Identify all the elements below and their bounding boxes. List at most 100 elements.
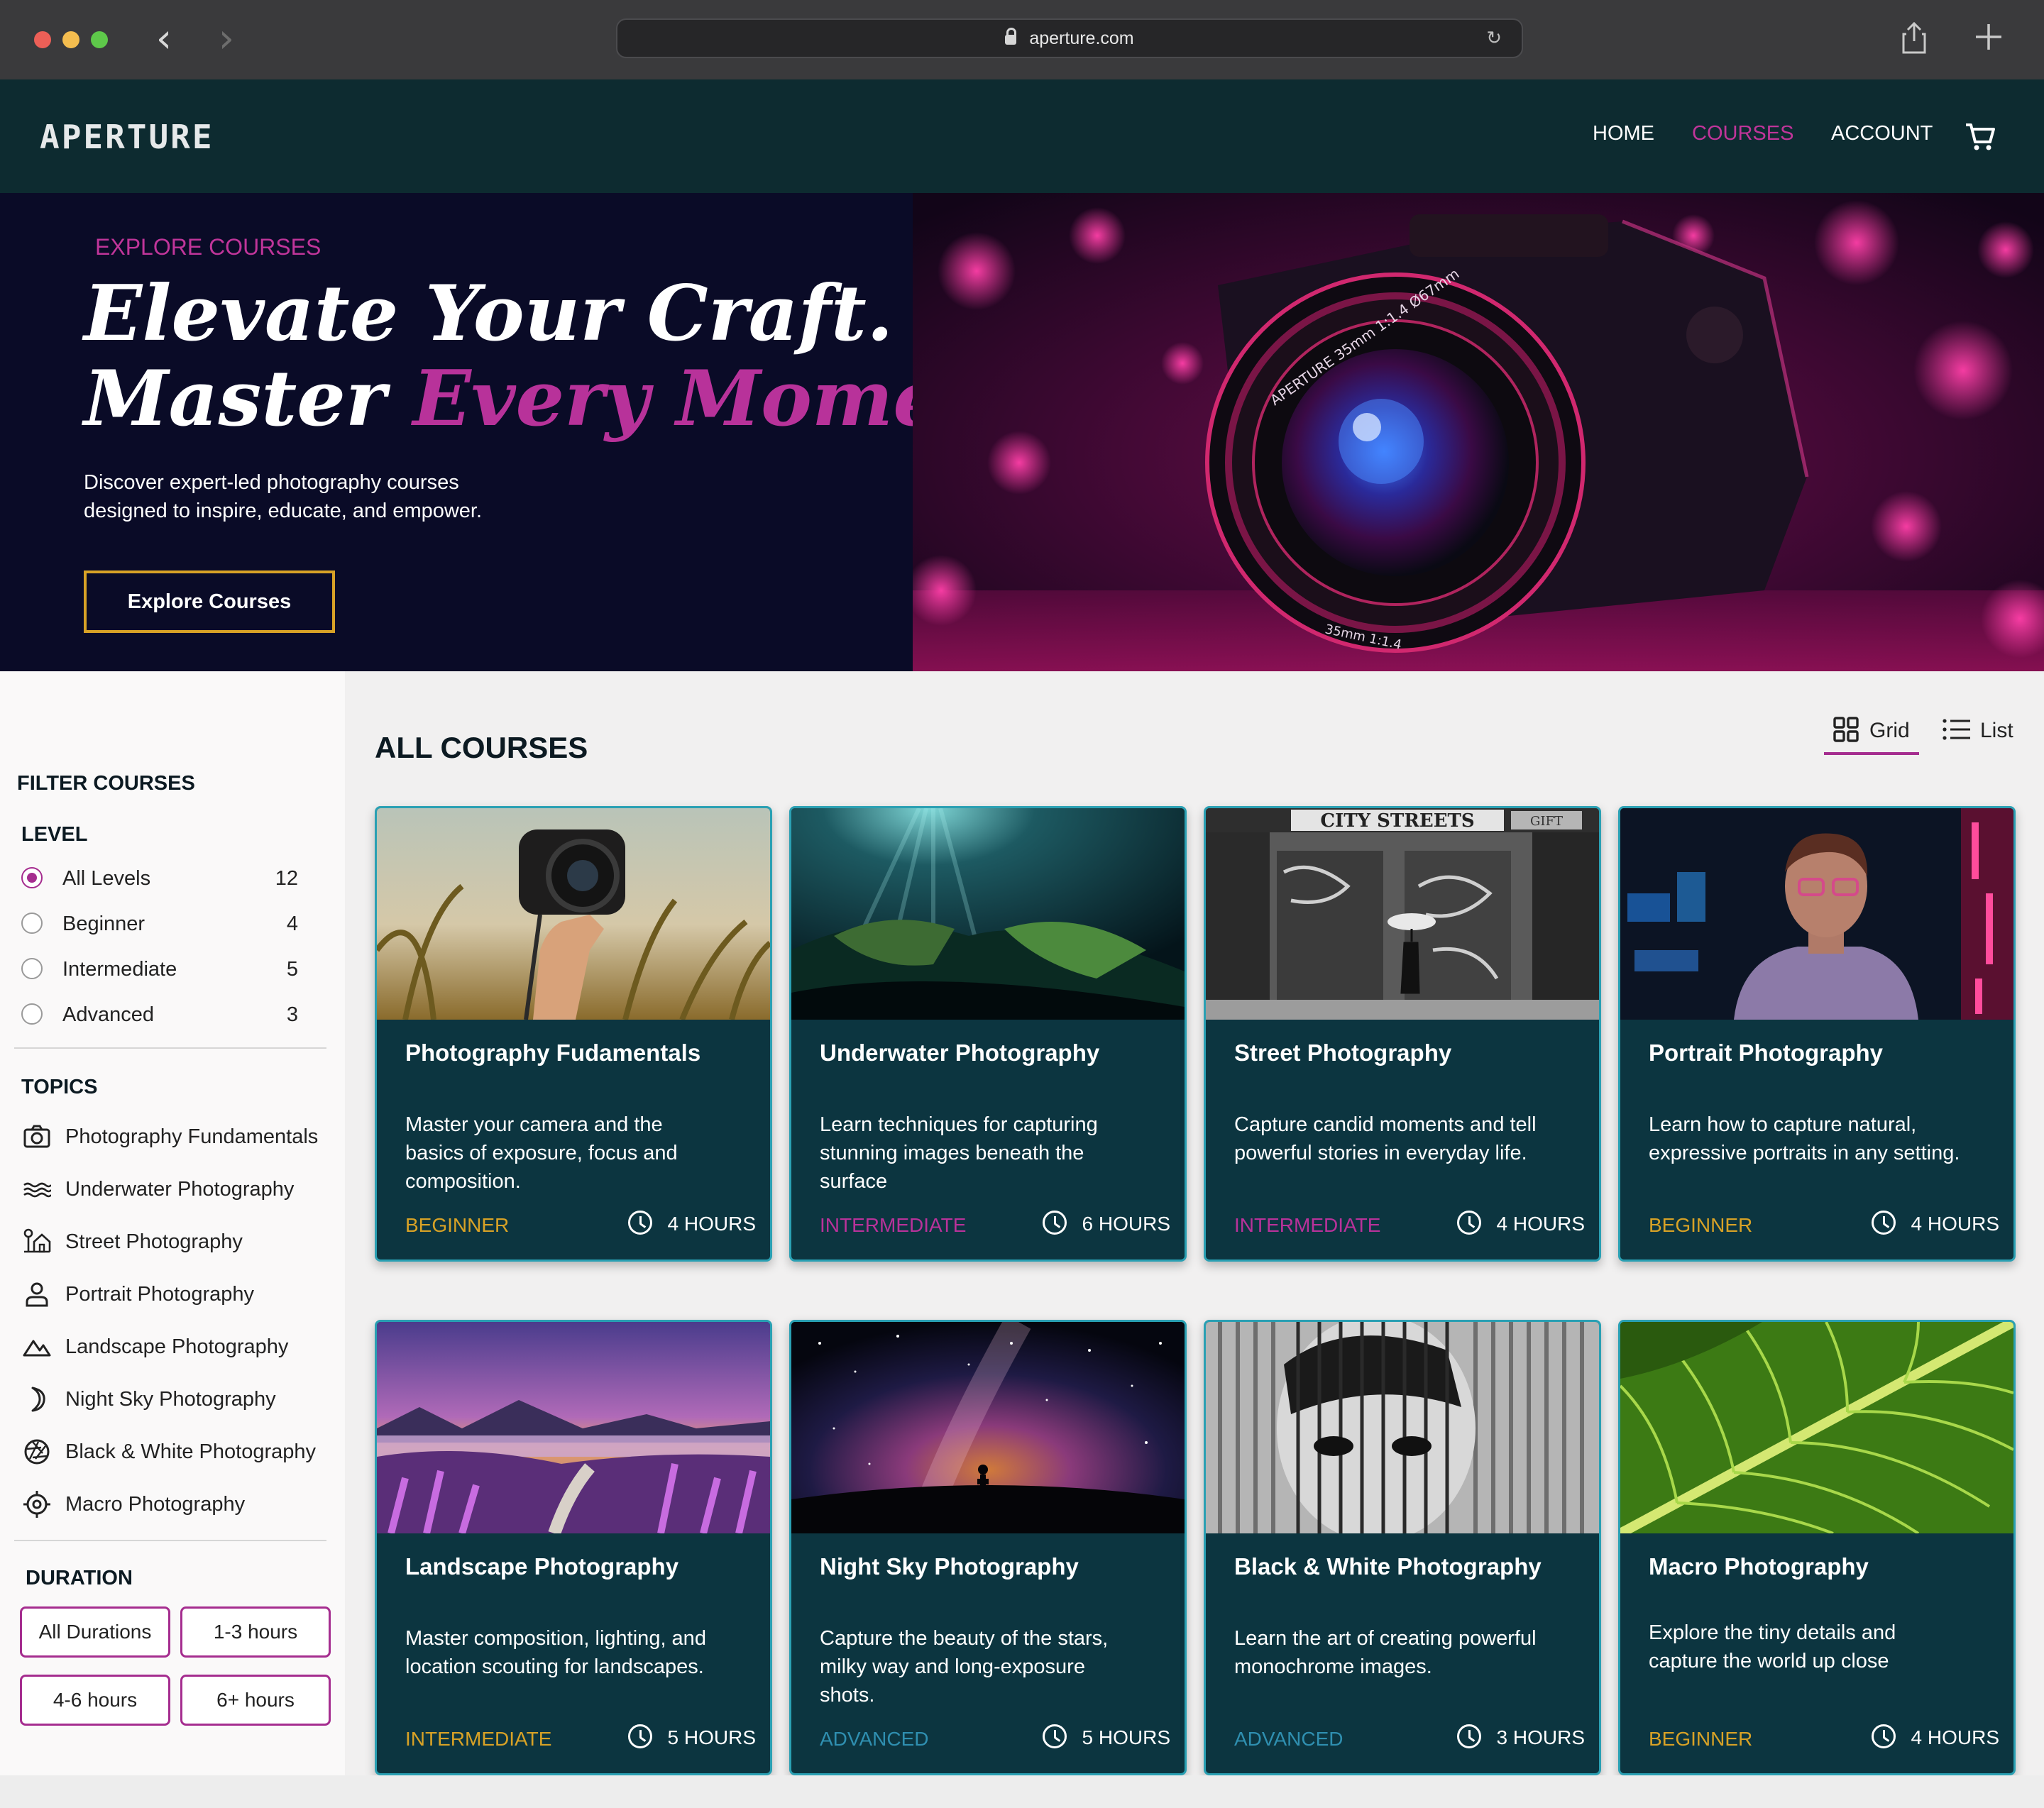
course-duration: 4 HOURS bbox=[1456, 1210, 1585, 1238]
topic-label: Portrait Photography bbox=[65, 1283, 254, 1306]
clock-icon bbox=[1871, 1211, 1896, 1235]
all-courses-title: ALL COURSES bbox=[375, 731, 588, 764]
duration-all-chip[interactable]: All Durations bbox=[20, 1606, 170, 1658]
nav-home[interactable]: HOME bbox=[1593, 122, 1654, 145]
active-view-indicator bbox=[1824, 752, 1919, 755]
course-title[interactable]: Underwater Photography bbox=[820, 1037, 1160, 1069]
new-tab-icon[interactable] bbox=[1973, 21, 2004, 55]
nav-courses[interactable]: COURSES bbox=[1692, 122, 1793, 145]
course-duration: 6 HOURS bbox=[1042, 1210, 1170, 1238]
clock-icon bbox=[1456, 1211, 1481, 1235]
course-image bbox=[377, 808, 770, 1020]
course-card[interactable]: Photography Fudamentals Master your came… bbox=[375, 806, 772, 1262]
nav-account[interactable]: ACCOUNT bbox=[1831, 122, 1933, 145]
duration-heading: DURATION bbox=[26, 1567, 133, 1589]
duration-text: 4 HOURS bbox=[1496, 1213, 1585, 1235]
course-description: Capture the beauty of the stars, milky w… bbox=[820, 1627, 1109, 1707]
course-title[interactable]: Night Sky Photography bbox=[820, 1550, 1160, 1583]
grid-view-button[interactable]: Grid bbox=[1833, 712, 1910, 752]
street-sign-small: GIFT bbox=[1530, 814, 1563, 829]
course-title[interactable]: Photography Fudamentals bbox=[405, 1037, 746, 1069]
radio-button[interactable] bbox=[21, 913, 43, 934]
topic-label: Night Sky Photography bbox=[65, 1388, 276, 1411]
course-level: INTERMEDIATE bbox=[405, 1728, 552, 1750]
course-card[interactable]: CITY STREETS GIFT Street Photography Cap… bbox=[1204, 806, 1601, 1262]
cart-icon[interactable] bbox=[1963, 119, 1997, 153]
hero-section: EXPLORE COURSES Elevate Your Craft. Mast… bbox=[0, 193, 2044, 671]
level-option-all[interactable]: All Levels 12 bbox=[21, 864, 305, 893]
zoom-window-icon[interactable] bbox=[91, 31, 108, 48]
topic-street-photography[interactable]: Street Photography bbox=[23, 1228, 335, 1259]
course-card[interactable]: Night Sky Photography Capture the beauty… bbox=[789, 1320, 1187, 1775]
share-icon[interactable] bbox=[1902, 21, 1926, 57]
course-image bbox=[1620, 808, 2013, 1020]
mountain-icon bbox=[23, 1340, 51, 1357]
course-description: Master your camera and the basics of exp… bbox=[405, 1113, 678, 1193]
course-card[interactable]: Black & White Photography Learn the art … bbox=[1204, 1320, 1601, 1775]
course-duration: 4 HOURS bbox=[1871, 1210, 1999, 1238]
topic-photography-fundamentals[interactable]: Photography Fundamentals bbox=[23, 1123, 335, 1154]
forward-arrow-icon[interactable]: › bbox=[209, 19, 244, 59]
close-window-icon[interactable] bbox=[34, 31, 51, 48]
course-description: Learn the art of creating powerful monoc… bbox=[1234, 1627, 1537, 1678]
level-option-beginner[interactable]: Beginner 4 bbox=[21, 910, 305, 938]
course-card[interactable]: Macro Photography Explore the tiny detai… bbox=[1618, 1320, 2016, 1775]
camera-icon bbox=[23, 1125, 50, 1148]
reload-icon[interactable]: ↻ bbox=[1486, 20, 1502, 57]
course-title[interactable]: Portrait Photography bbox=[1649, 1037, 1989, 1069]
divider bbox=[14, 1540, 326, 1541]
course-duration: 5 HOURS bbox=[627, 1724, 756, 1752]
course-duration: 4 HOURS bbox=[1871, 1724, 1999, 1752]
course-level: INTERMEDIATE bbox=[820, 1214, 967, 1236]
level-option-intermediate[interactable]: Intermediate 5 bbox=[21, 955, 305, 983]
grid-icon bbox=[1833, 717, 1859, 742]
back-arrow-icon[interactable]: ‹ bbox=[146, 19, 182, 59]
course-card[interactable]: Underwater Photography Learn techniques … bbox=[789, 806, 1187, 1262]
course-title[interactable]: Macro Photography bbox=[1649, 1550, 1989, 1583]
level-label: All Levels bbox=[62, 867, 151, 890]
list-icon bbox=[1943, 719, 1970, 740]
course-card[interactable]: Portrait Photography Learn how to captur… bbox=[1618, 806, 2016, 1262]
duration-text: 4 HOURS bbox=[667, 1213, 756, 1235]
duration-6plus-chip[interactable]: 6+ hours bbox=[180, 1675, 331, 1726]
level-option-advanced[interactable]: Advanced 3 bbox=[21, 1001, 305, 1029]
topic-label: Underwater Photography bbox=[65, 1178, 295, 1201]
target-icon bbox=[23, 1491, 50, 1518]
duration-1-3-chip[interactable]: 1-3 hours bbox=[180, 1606, 331, 1658]
topic-black-white-photography[interactable]: Black & White Photography bbox=[23, 1438, 335, 1469]
grid-label: Grid bbox=[1869, 719, 1910, 742]
list-label: List bbox=[1980, 719, 2013, 742]
duration-text: 3 HOURS bbox=[1496, 1726, 1585, 1748]
duration-4-6-chip[interactable]: 4-6 hours bbox=[20, 1675, 170, 1726]
list-view-button[interactable]: List bbox=[1942, 712, 2013, 752]
course-title[interactable]: Black & White Photography bbox=[1234, 1550, 1575, 1583]
aperture-icon bbox=[24, 1439, 50, 1465]
hero-title-master: Master bbox=[84, 354, 413, 443]
duration-text: 5 HOURS bbox=[1082, 1726, 1170, 1748]
topic-macro-photography[interactable]: Macro Photography bbox=[23, 1490, 335, 1521]
topic-night-sky-photography[interactable]: Night Sky Photography bbox=[23, 1385, 335, 1416]
explore-courses-button[interactable]: Explore Courses bbox=[84, 570, 335, 633]
radio-button[interactable] bbox=[21, 1003, 43, 1025]
course-duration: 4 HOURS bbox=[627, 1210, 756, 1238]
course-title[interactable]: Street Photography bbox=[1234, 1037, 1575, 1069]
topic-label: Street Photography bbox=[65, 1230, 243, 1253]
radio-button[interactable] bbox=[21, 867, 43, 888]
clock-icon bbox=[1456, 1724, 1481, 1748]
site-header: APERTURE HOME COURSES ACCOUNT bbox=[0, 79, 2044, 193]
address-bar[interactable]: aperture.com ↻ bbox=[616, 18, 1523, 58]
course-description: Capture candid moments and tell powerful… bbox=[1234, 1113, 1537, 1164]
course-card[interactable]: Landscape Photography Master composition… bbox=[375, 1320, 772, 1775]
course-title[interactable]: Landscape Photography bbox=[405, 1550, 746, 1583]
hero-title-line1: Elevate Your Craft. bbox=[84, 269, 894, 358]
topic-label: Macro Photography bbox=[65, 1493, 246, 1516]
course-duration: 3 HOURS bbox=[1456, 1724, 1585, 1752]
level-heading: LEVEL bbox=[21, 823, 88, 846]
topic-portrait-photography[interactable]: Portrait Photography bbox=[23, 1280, 335, 1311]
topic-landscape-photography[interactable]: Landscape Photography bbox=[23, 1333, 335, 1364]
minimize-window-icon[interactable] bbox=[62, 31, 79, 48]
topic-underwater-photography[interactable]: Underwater Photography bbox=[23, 1175, 335, 1206]
site-logo[interactable]: APERTURE bbox=[40, 118, 214, 156]
radio-button[interactable] bbox=[21, 958, 43, 979]
level-count: 5 bbox=[286, 958, 298, 981]
